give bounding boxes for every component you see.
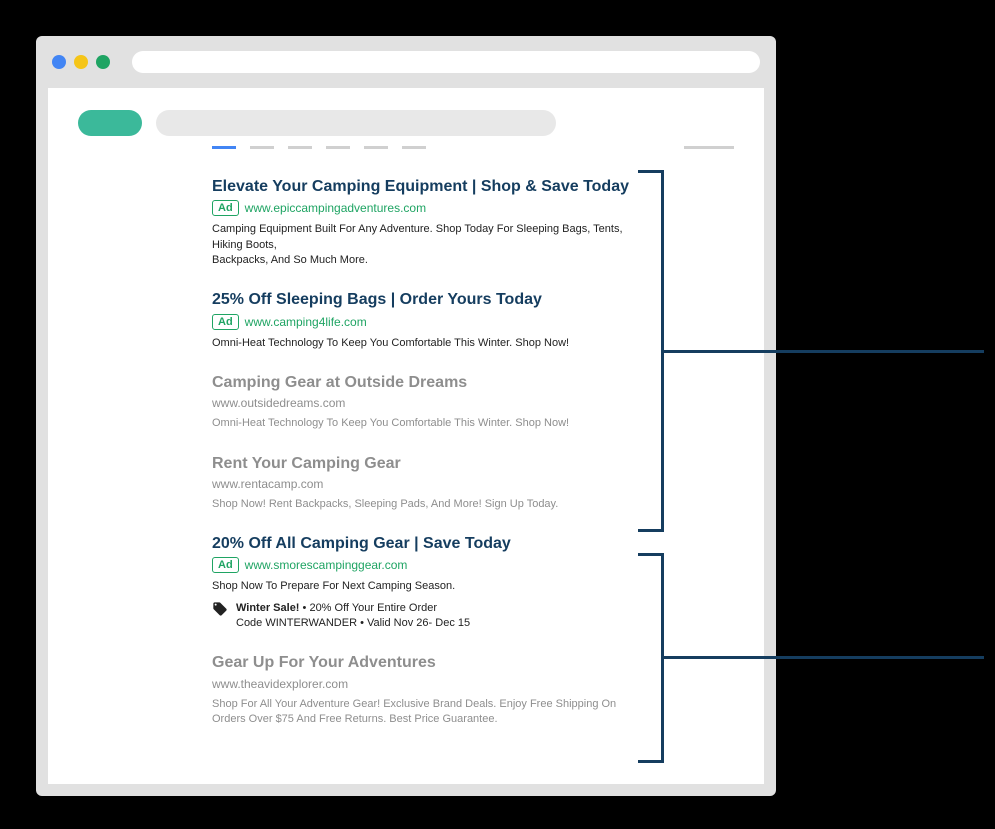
result-url-row: www.rentacamp.com: [212, 477, 632, 491]
ad-badge: Ad: [212, 557, 239, 573]
annotation-line-bottom: [664, 656, 984, 659]
result-title[interactable]: 20% Off All Camping Gear | Save Today: [212, 534, 632, 553]
traffic-light-maximize-icon[interactable]: [96, 55, 110, 69]
search-result: Elevate Your Camping Equipment | Shop & …: [212, 177, 632, 268]
result-description: Camping Equipment Built For Any Adventur…: [212, 222, 632, 268]
result-description: Omni-Heat Technology To Keep You Comfort…: [212, 416, 632, 431]
tab-item[interactable]: [402, 146, 426, 149]
result-description: Shop Now! Rent Backpacks, Sleeping Pads,…: [212, 497, 632, 512]
tag-icon: [212, 601, 228, 617]
result-url[interactable]: www.theavidexplorer.com: [212, 677, 348, 691]
tab-item[interactable]: [364, 146, 388, 149]
search-result: Camping Gear at Outside Dreams www.outsid…: [212, 373, 632, 432]
promo-line1: • 20% Off Your Entire Order: [299, 602, 437, 614]
search-result: Rent Your Camping Gear www.rentacamp.com S…: [212, 454, 632, 513]
search-results-list: Elevate Your Camping Equipment | Shop & …: [212, 177, 632, 727]
promo-text: Winter Sale! • 20% Off Your Entire Order…: [236, 601, 470, 632]
result-url-row: Ad www.camping4life.com: [212, 314, 632, 330]
traffic-light-close-icon[interactable]: [52, 55, 66, 69]
result-description: Shop Now To Prepare For Next Camping Sea…: [212, 579, 632, 594]
tab-all[interactable]: [212, 146, 236, 149]
annotation-line-top: [664, 350, 984, 353]
result-url-row: www.theavidexplorer.com: [212, 677, 632, 691]
ad-badge: Ad: [212, 200, 239, 216]
result-url-row: Ad www.smorescampinggear.com: [212, 557, 632, 573]
promo-headline: Winter Sale!: [236, 602, 299, 614]
result-title[interactable]: Elevate Your Camping Equipment | Shop & …: [212, 177, 632, 196]
tab-tools[interactable]: [684, 146, 734, 149]
browser-window: Elevate Your Camping Equipment | Shop & …: [36, 36, 776, 796]
promo-line2: Code WINTERWANDER • Valid Nov 26- Dec 15: [236, 617, 470, 629]
result-title[interactable]: 25% Off Sleeping Bags | Order Yours Toda…: [212, 290, 632, 309]
search-tabs: [212, 146, 734, 149]
search-result: 25% Off Sleeping Bags | Order Yours Toda…: [212, 290, 632, 351]
result-url[interactable]: www.camping4life.com: [245, 315, 367, 329]
result-url[interactable]: www.rentacamp.com: [212, 477, 323, 491]
result-description: Omni-Heat Technology To Keep You Comfort…: [212, 336, 632, 351]
search-engine-logo[interactable]: [78, 110, 142, 136]
result-description: Shop For All Your Adventure Gear! Exclus…: [212, 697, 632, 728]
result-url[interactable]: www.outsidedreams.com: [212, 396, 345, 410]
result-url-row: www.outsidedreams.com: [212, 396, 632, 410]
result-title[interactable]: Camping Gear at Outside Dreams: [212, 373, 632, 392]
address-bar[interactable]: [132, 51, 760, 73]
promo-extension: Winter Sale! • 20% Off Your Entire Order…: [212, 601, 632, 632]
traffic-light-minimize-icon[interactable]: [74, 55, 88, 69]
result-url[interactable]: www.epiccampingadventures.com: [245, 201, 426, 215]
browser-toolbar: [36, 36, 776, 88]
result-url-row: Ad www.epiccampingadventures.com: [212, 200, 632, 216]
annotation-bracket-bottom: [638, 553, 664, 763]
tab-item[interactable]: [326, 146, 350, 149]
search-result: 20% Off All Camping Gear | Save Today Adw…: [212, 534, 632, 631]
search-input[interactable]: [156, 110, 556, 136]
result-title[interactable]: Gear Up For Your Adventures: [212, 653, 632, 672]
ad-badge: Ad: [212, 314, 239, 330]
annotation-bracket-top: [638, 170, 664, 532]
tab-item[interactable]: [250, 146, 274, 149]
search-result: Gear Up For Your Adventures www.theavidex…: [212, 653, 632, 727]
result-title[interactable]: Rent Your Camping Gear: [212, 454, 632, 473]
result-url[interactable]: www.smorescampinggear.com: [245, 558, 408, 572]
tab-item[interactable]: [288, 146, 312, 149]
search-header: [78, 110, 734, 136]
